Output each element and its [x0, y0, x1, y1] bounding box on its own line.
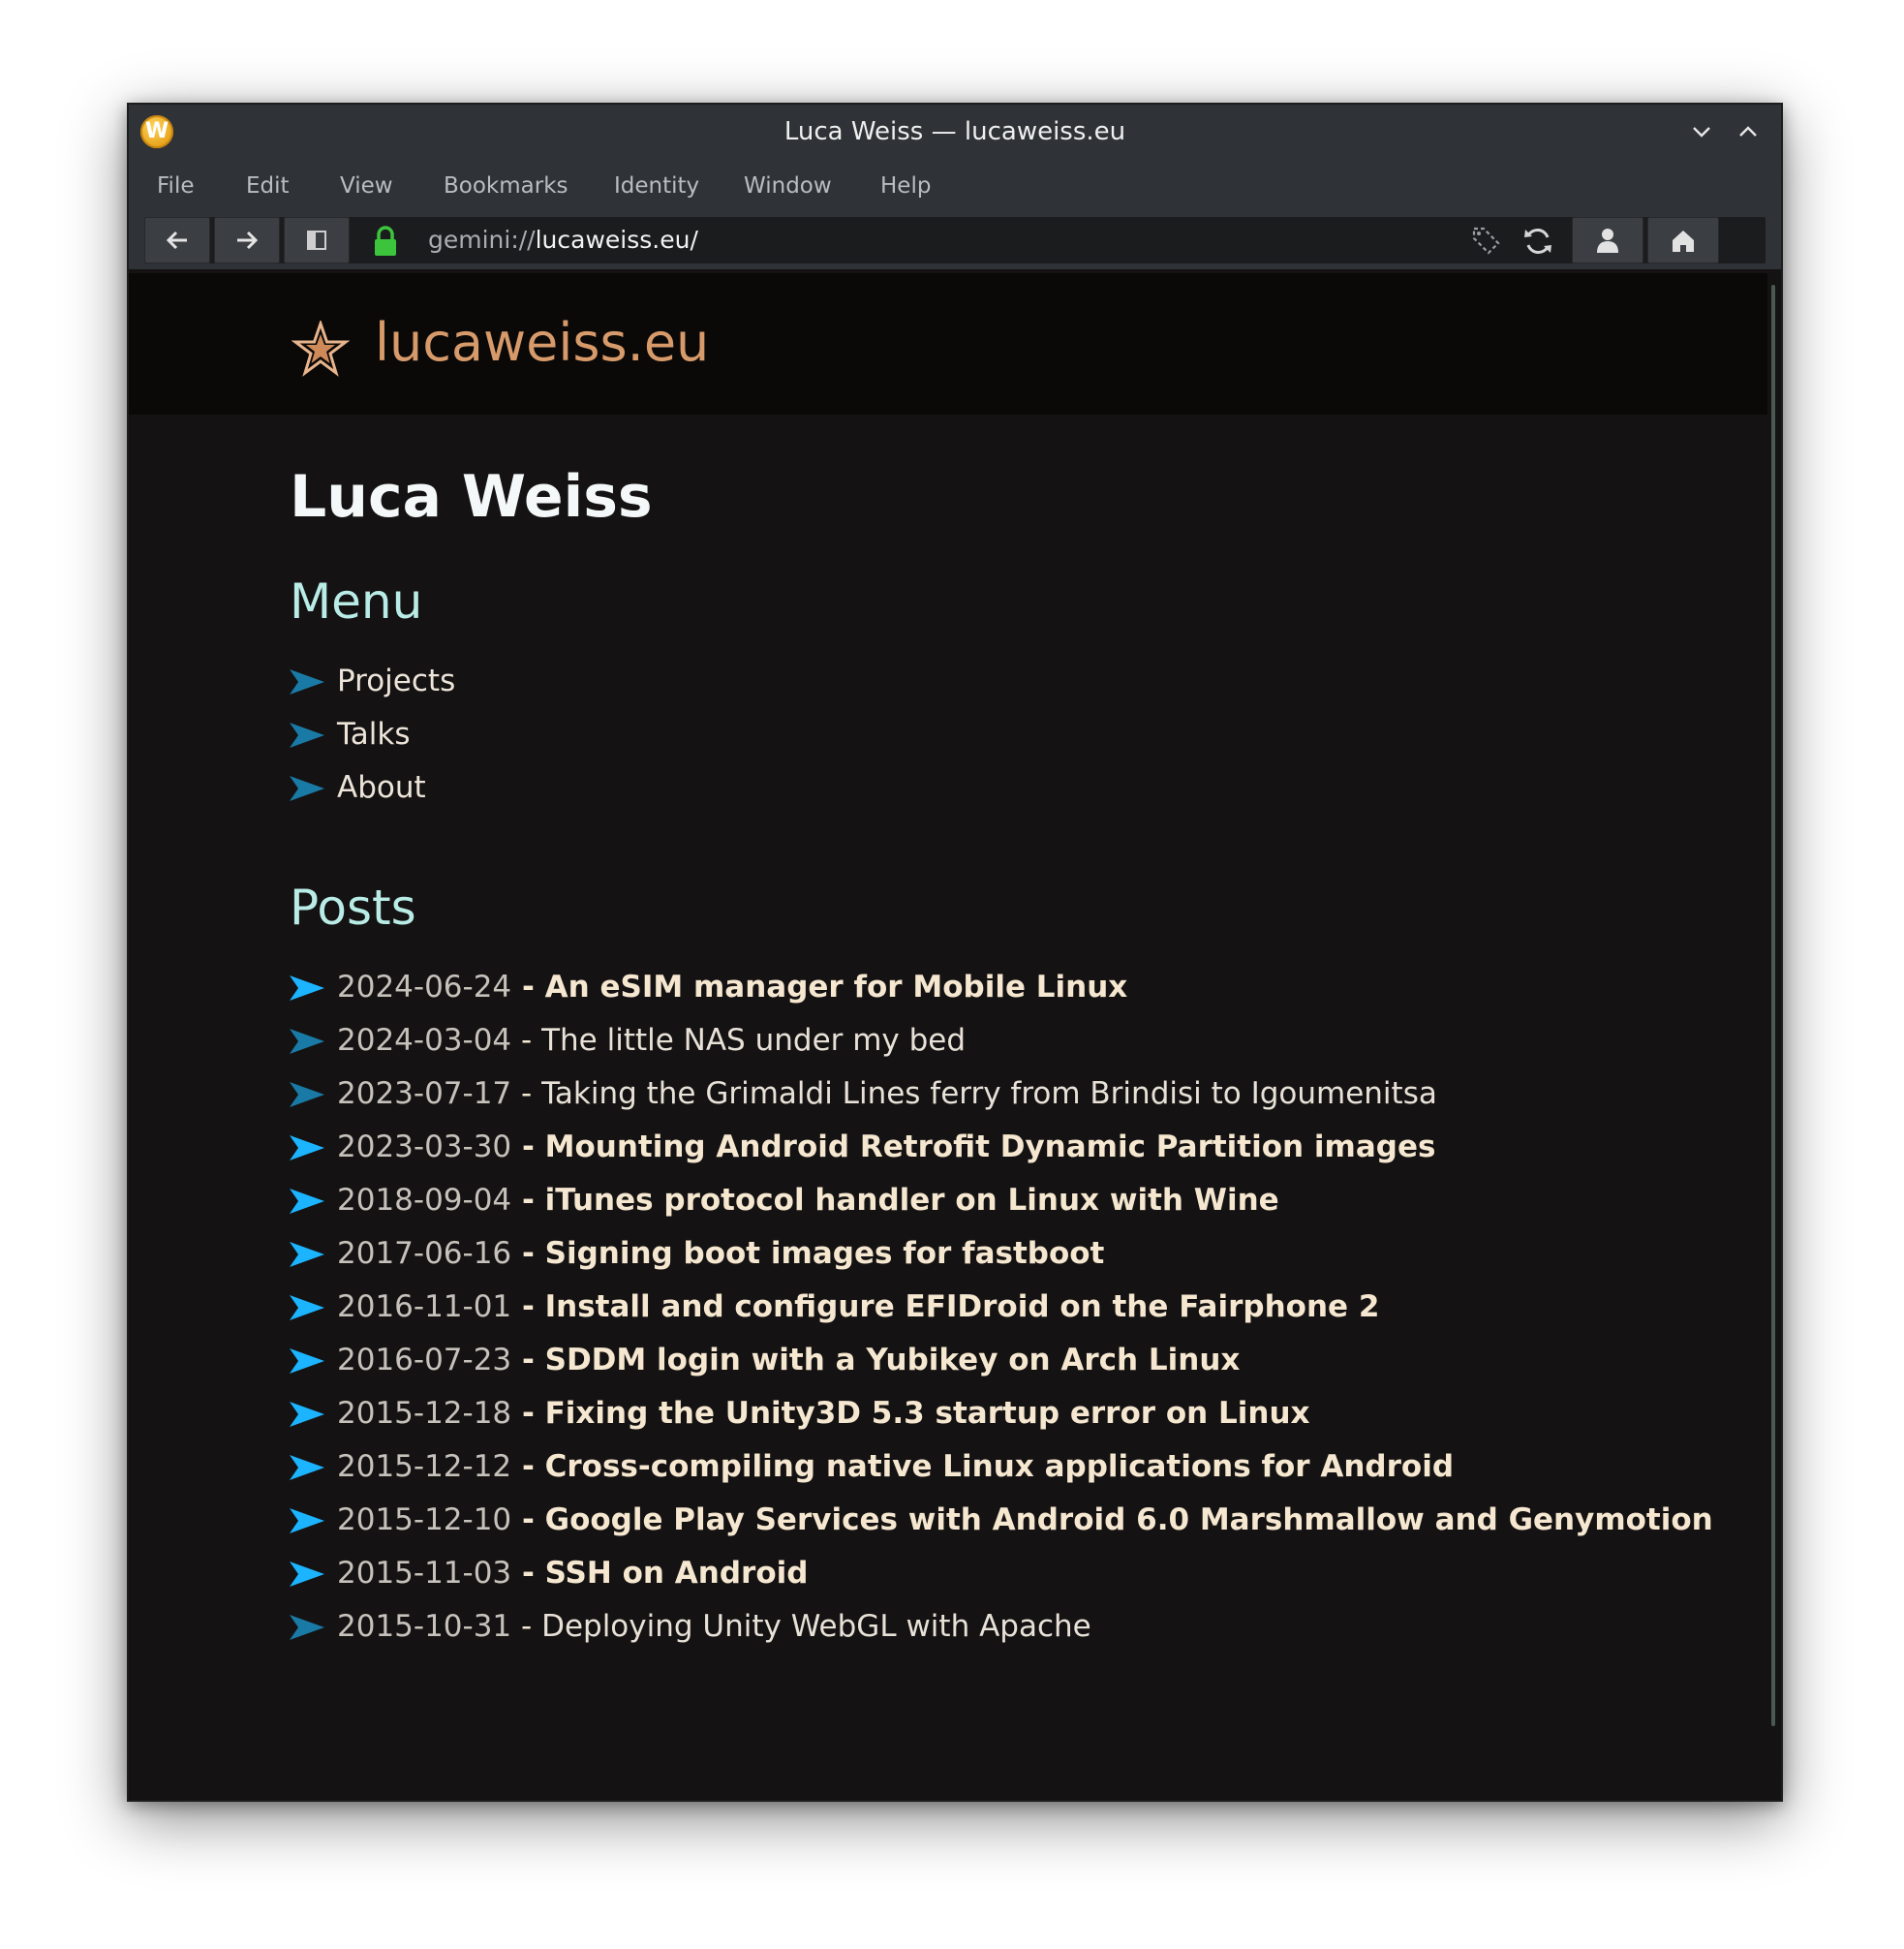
post-title: iTunes protocol handler on Linux with Wi… [544, 1183, 1279, 1218]
menu-view[interactable]: View [340, 159, 393, 213]
post-separator: - [511, 1236, 545, 1271]
post-date: 2016-07-23 [337, 1343, 512, 1377]
menu-edit[interactable]: Edit [246, 159, 290, 213]
post-title: Install and configure EFIDroid on the Fa… [544, 1289, 1380, 1324]
close-icon [1775, 112, 1783, 151]
chevron-up-icon [1739, 126, 1757, 137]
chevron-down-icon [1693, 127, 1710, 138]
link-arrow-icon [290, 1189, 324, 1214]
forward-button[interactable] [214, 217, 280, 263]
post-date: 2015-12-12 [337, 1449, 512, 1484]
post-separator: - [511, 1183, 545, 1218]
sidebar-icon [307, 231, 326, 250]
link-arrow-icon [290, 723, 324, 748]
post-separator: - [511, 1076, 542, 1111]
link-arrow-icon [290, 1135, 324, 1160]
post-title: SDDM login with a Yubikey on Arch Linux [544, 1343, 1241, 1377]
post-separator: - [511, 1449, 545, 1484]
menu-bar: File Edit View Bookmarks Identity Window… [129, 159, 1781, 213]
post-date: 2016-11-01 [337, 1289, 512, 1324]
post-separator: - [511, 970, 545, 1005]
post-title: Cross-compiling native Linux application… [544, 1449, 1455, 1484]
home-button[interactable] [1647, 217, 1719, 263]
home-icon [1673, 231, 1694, 252]
menu-help[interactable]: Help [880, 159, 931, 213]
post-title: Deploying Unity WebGL with Apache [541, 1609, 1091, 1644]
post-separator: - [511, 1343, 545, 1377]
post-title: Signing boot images for fastboot [544, 1236, 1105, 1271]
link-arrow-icon [290, 1615, 324, 1640]
url-scheme: gemini:// [428, 226, 536, 254]
post-title: The little NAS under my bed [541, 1023, 967, 1058]
title-bar: W Luca Weiss — lucaweiss.eu [129, 105, 1781, 159]
post-date: 2024-03-04 [337, 1023, 512, 1058]
post-title: An eSIM manager for Mobile Linux [544, 970, 1128, 1005]
browser-window: W Luca Weiss — lucaweiss.eu File Edit Vi… [127, 103, 1783, 1802]
menu-identity[interactable]: Identity [614, 159, 699, 213]
post-date: 2015-12-18 [337, 1396, 512, 1431]
post-separator: - [511, 1609, 542, 1644]
link-arrow-icon [290, 1082, 324, 1107]
menu-bookmarks[interactable]: Bookmarks [444, 159, 568, 213]
link-arrow-icon [290, 1562, 324, 1587]
url-input[interactable]: gemini://lucaweiss.eu/ [428, 217, 698, 263]
post-separator: - [511, 1023, 542, 1058]
link-arrow-icon [290, 1402, 324, 1427]
link-arrow-icon [290, 1029, 324, 1054]
toolbar: gemini://lucaweiss.eu/ [129, 213, 1781, 269]
lock-icon [375, 226, 396, 256]
identity-button[interactable] [1572, 217, 1643, 263]
post-date: 2023-03-30 [337, 1129, 512, 1164]
link-arrow-icon [290, 975, 324, 1001]
post-separator: - [511, 1129, 545, 1164]
post-date: 2018-09-04 [337, 1183, 512, 1218]
post-title: Google Play Services with Android 6.0 Ma… [544, 1502, 1713, 1537]
back-icon [166, 231, 187, 250]
post-separator: - [511, 1396, 545, 1431]
site-name: lucaweiss.eu [375, 312, 710, 373]
bookmark-tag-icon[interactable] [1468, 225, 1501, 258]
minimize-button[interactable] [1682, 112, 1721, 151]
post-title: Taking the Grimaldi Lines ferry from Bri… [541, 1076, 1437, 1111]
link-arrow-icon [290, 1508, 324, 1533]
post-title: Mounting Android Retrofit Dynamic Partit… [544, 1129, 1436, 1164]
post-date: 2024-06-24 [337, 970, 512, 1005]
sidebar-toggle-button[interactable] [284, 217, 350, 263]
post-date: 2015-12-10 [337, 1502, 512, 1537]
post-title: Fixing the Unity3D 5.3 startup error on … [544, 1396, 1310, 1431]
menu-heading: Menu [290, 573, 423, 630]
close-button[interactable] [1775, 112, 1783, 151]
identity-icon [1597, 229, 1618, 253]
url-host: lucaweiss.eu/ [535, 226, 698, 254]
post-separator: - [511, 1502, 545, 1537]
window-title: Luca Weiss — lucaweiss.eu [783, 117, 1126, 146]
menu-file[interactable]: File [157, 159, 195, 213]
post-date: 2015-10-31 [337, 1609, 512, 1644]
posts-heading: Posts [290, 880, 416, 936]
menu-link-label: Talks [337, 717, 411, 752]
link-arrow-icon [290, 1455, 324, 1480]
menu-link-label: About [337, 770, 426, 805]
post-date: 2023-07-17 [337, 1076, 512, 1111]
post-separator: - [511, 1289, 545, 1324]
star-icon [292, 321, 350, 377]
post-date: 2017-06-16 [337, 1236, 512, 1271]
post-date: 2015-11-03 [337, 1556, 512, 1591]
link-arrow-icon [290, 1348, 324, 1374]
post-separator: - [511, 1556, 545, 1591]
menu-window[interactable]: Window [744, 159, 832, 213]
reload-icon[interactable] [1521, 225, 1554, 258]
back-button[interactable] [144, 217, 210, 263]
menu-link-label: Projects [337, 664, 456, 698]
forward-icon [237, 231, 259, 250]
page-title: Luca Weiss [290, 463, 653, 531]
post-title: SSH on Android [544, 1556, 809, 1591]
link-arrow-icon [290, 776, 324, 801]
link-arrow-icon [290, 669, 324, 695]
maximize-button[interactable] [1729, 112, 1767, 151]
link-arrow-icon [290, 1242, 324, 1267]
link-arrow-icon [290, 1295, 324, 1320]
scrollbar[interactable] [1771, 285, 1775, 1726]
